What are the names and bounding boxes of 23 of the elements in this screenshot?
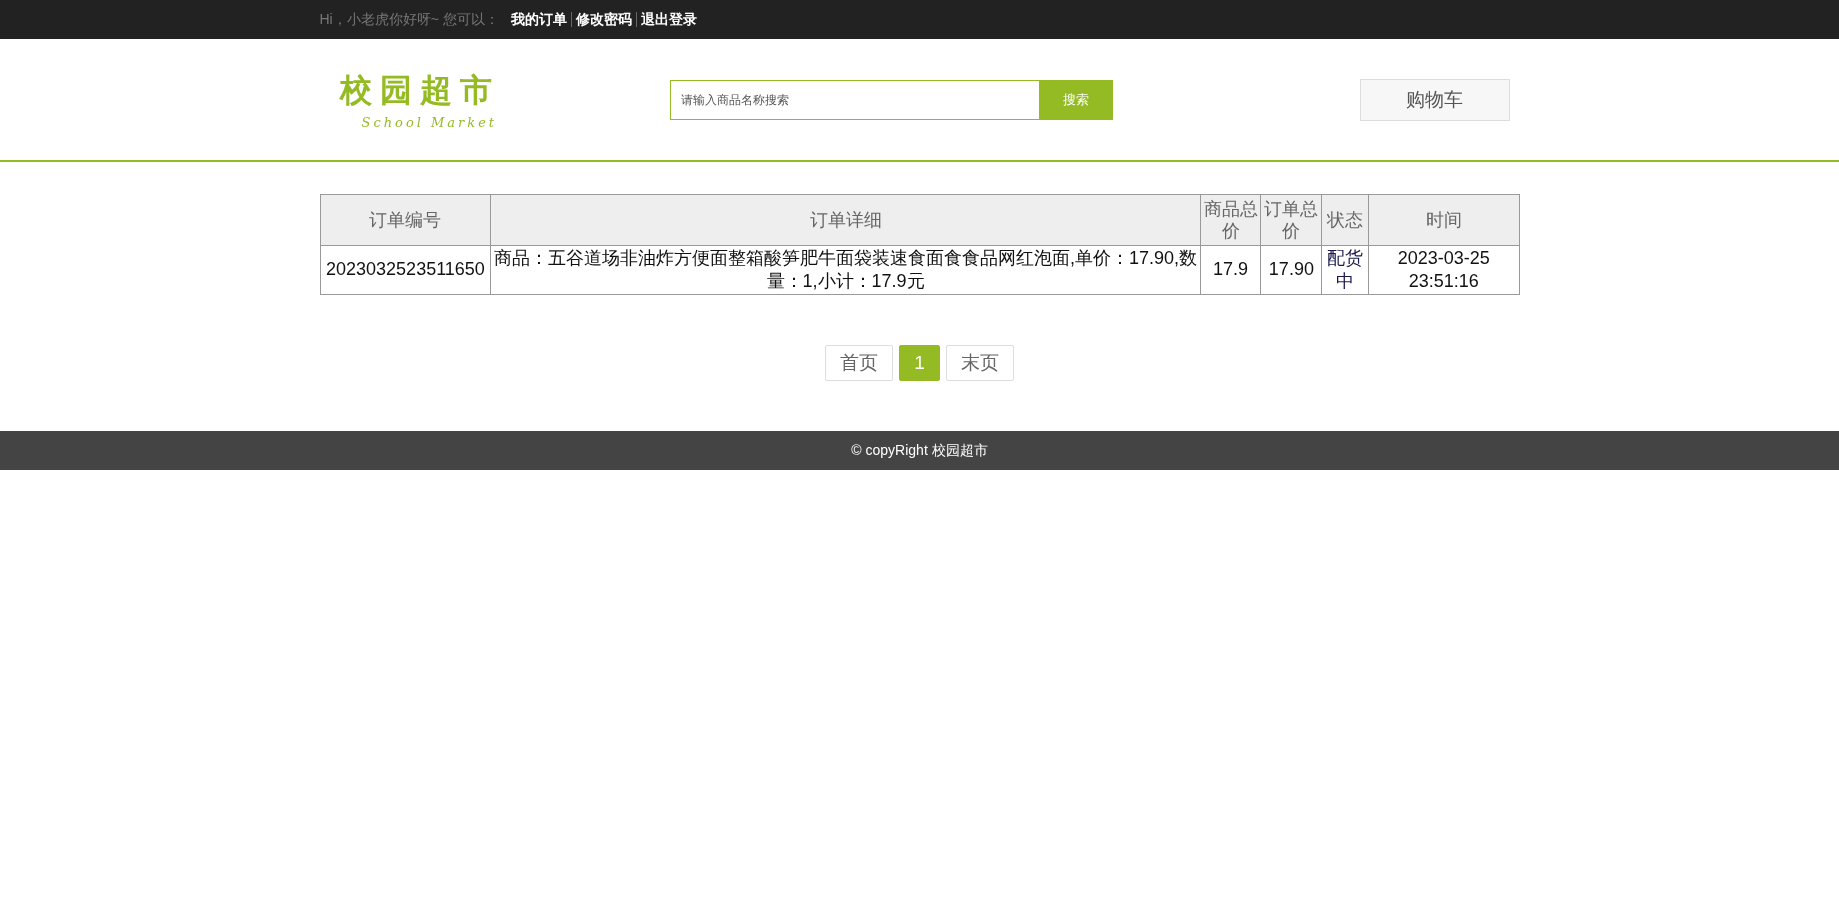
top-link[interactable]: 我的订单 <box>510 10 567 29</box>
column-header: 订单编号 <box>320 194 491 246</box>
logo-title: 校园超市 <box>339 71 500 110</box>
table-cell: 17.9 <box>1200 245 1261 295</box>
top-link[interactable]: 退出登录 <box>640 10 697 29</box>
column-header: 状态 <box>1321 194 1369 246</box>
column-header: 订单总价 <box>1260 194 1322 246</box>
page-button[interactable]: 首页 <box>825 345 894 381</box>
column-header: 时间 <box>1368 194 1519 246</box>
column-header: 订单详细 <box>490 194 1201 246</box>
copyright-text: © copyRight 校园超市 <box>851 441 988 460</box>
top-link[interactable]: 修改密码 <box>575 10 632 29</box>
page-button[interactable]: 末页 <box>945 345 1014 381</box>
table-cell: 配货中 <box>1321 245 1369 295</box>
table-cell: 2023-03-25 23:51:16 <box>1368 245 1519 295</box>
search-field[interactable]: 请输入商品名称搜索 <box>669 79 1040 120</box>
column-header: 商品总价 <box>1200 194 1261 246</box>
table-cell: 17.90 <box>1260 245 1322 295</box>
greeting-text: Hi，小老虎你好呀~ 您可以： <box>319 10 499 29</box>
logo-subtitle: School Market <box>361 115 498 130</box>
table-cell: 商品：五谷道场非油炸方便面整箱酸笋肥牛面袋装速食面食食品网红泡面,单价：17.90,数量：1,小计：17.9元 <box>490 245 1201 295</box>
table-cell: 2023032523511650 <box>320 245 491 295</box>
cart-button[interactable]: 购物车 <box>1359 78 1510 121</box>
